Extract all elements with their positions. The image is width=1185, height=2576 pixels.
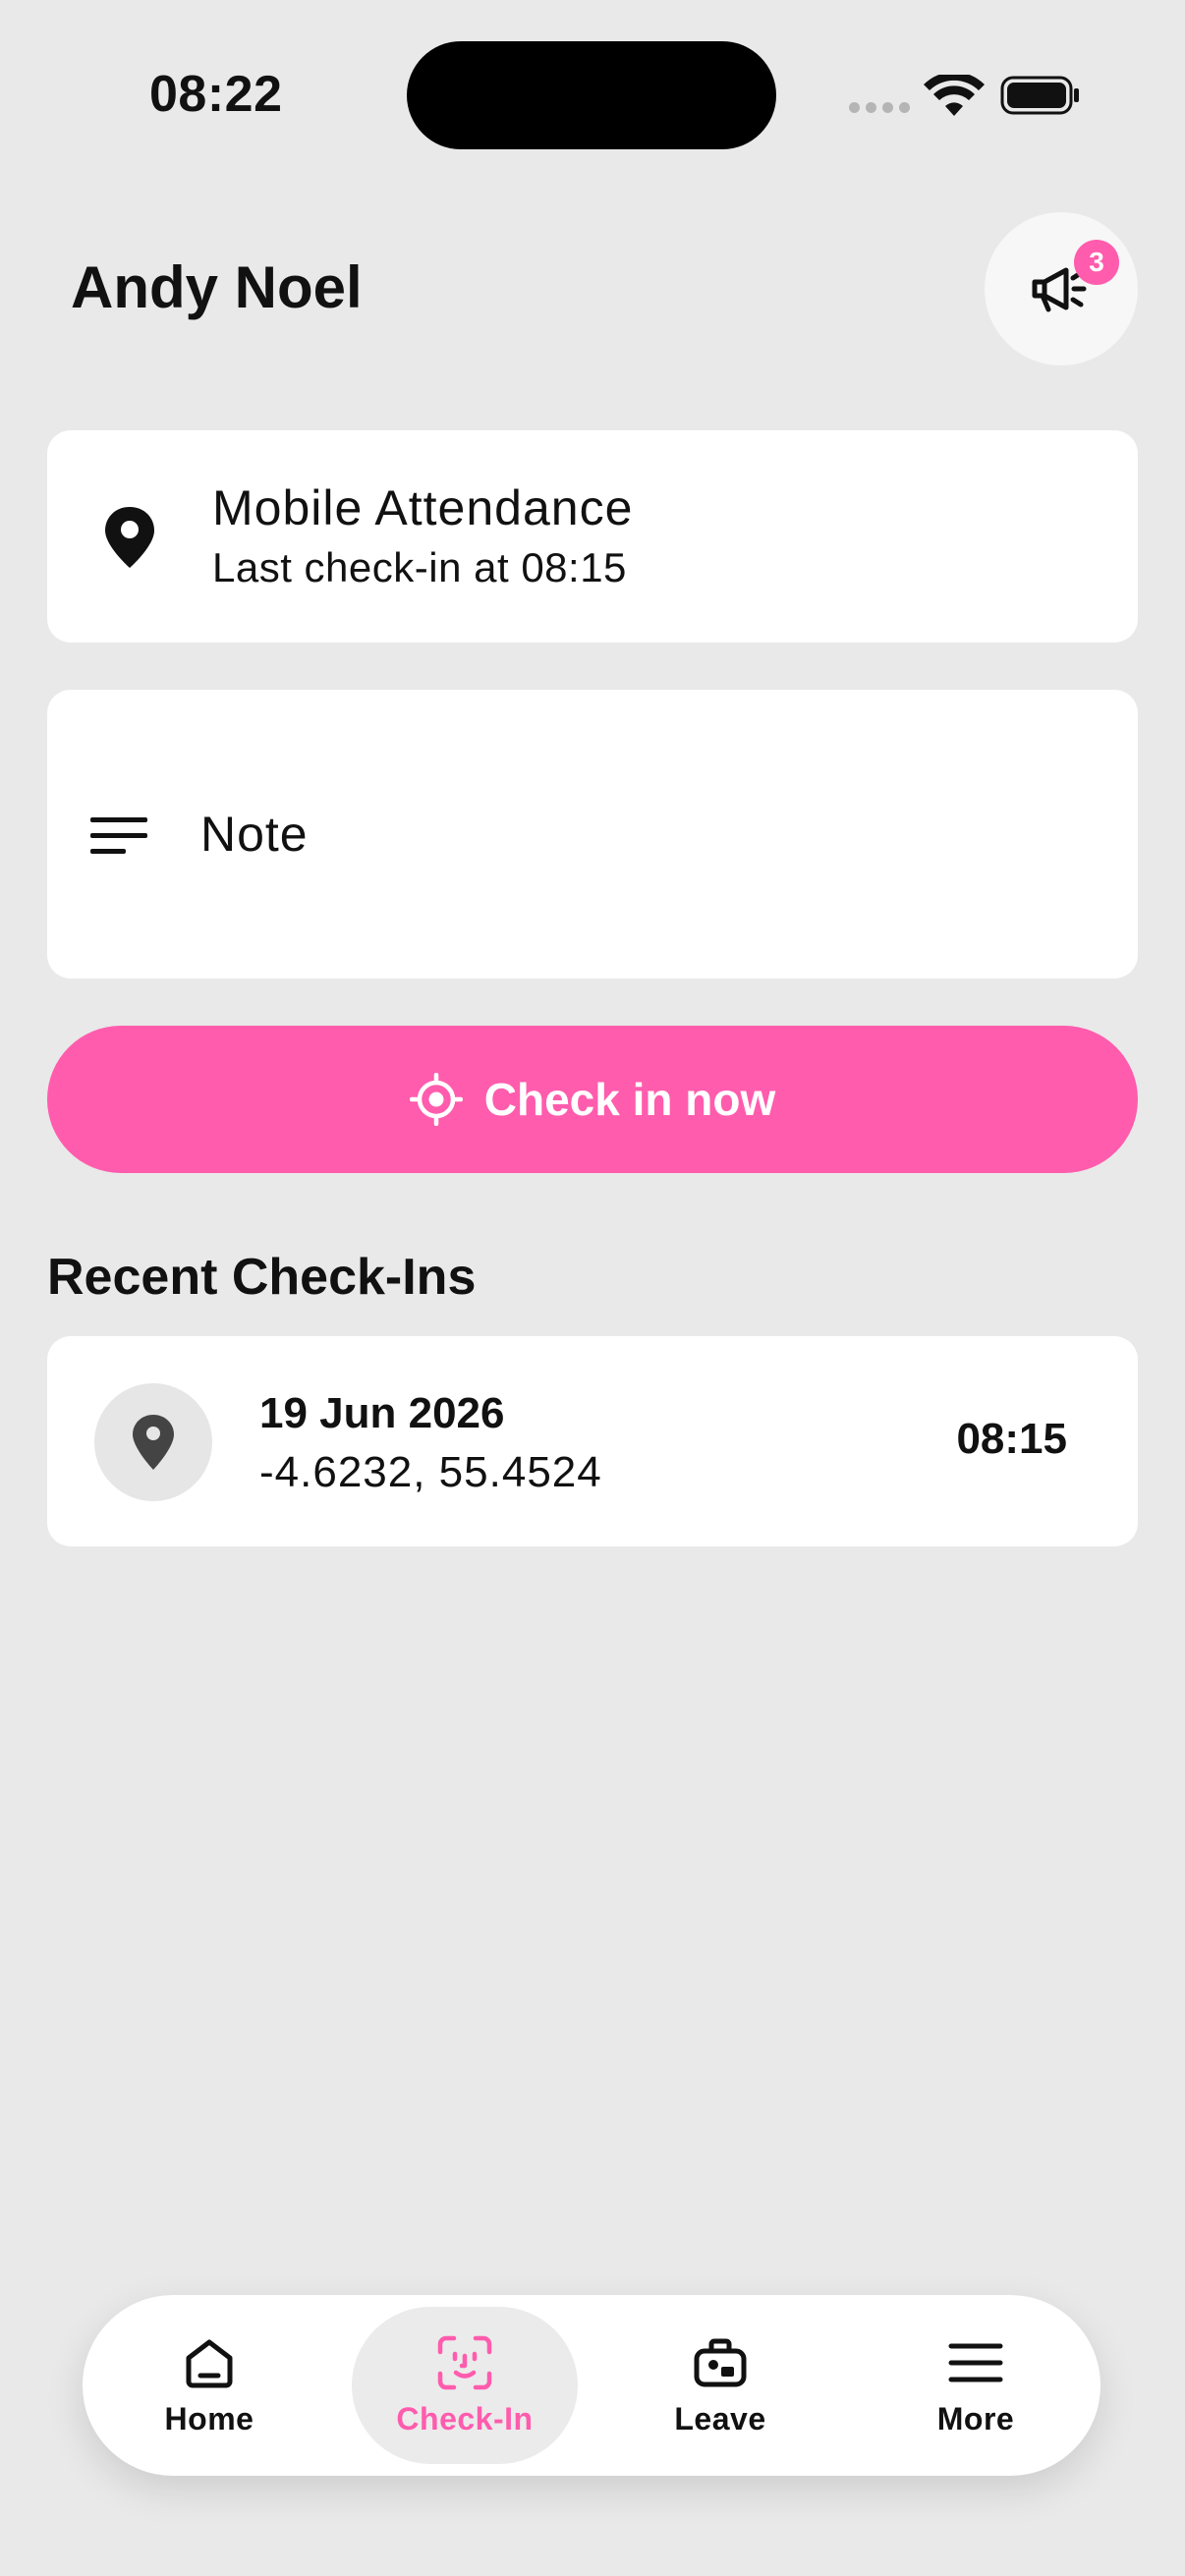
recent-check-in-item[interactable]: 19 Jun 2026 -4.6232, 55.4524 08:15 <box>47 1336 1138 1546</box>
home-icon <box>186 2339 233 2387</box>
nav-leave[interactable]: Leave <box>607 2307 833 2464</box>
location-pin-icon <box>133 1415 174 1470</box>
notification-badge: 3 <box>1074 240 1119 285</box>
recent-check-ins-heading: Recent Check-Ins <box>47 1249 477 1306</box>
recent-location-avatar <box>94 1383 212 1501</box>
note-field[interactable]: Note <box>47 690 1138 979</box>
bottom-navigation: Home Check-In Leave More <box>83 2295 1100 2476</box>
cellular-signal-icon <box>849 102 910 113</box>
dynamic-island <box>407 41 776 149</box>
nav-leave-label: Leave <box>674 2400 766 2436</box>
briefcase-icon <box>694 2338 747 2386</box>
nav-check-in-label: Check-In <box>396 2400 534 2436</box>
menu-icon <box>948 2343 1003 2381</box>
note-label: Note <box>200 807 309 862</box>
attendance-title: Mobile Attendance <box>212 480 634 535</box>
face-scan-icon <box>437 2335 492 2389</box>
status-time: 08:22 <box>149 66 283 123</box>
wifi-icon <box>924 75 985 116</box>
check-in-now-button[interactable]: Check in now <box>47 1026 1138 1173</box>
battery-icon <box>1000 76 1079 115</box>
last-check-in-text: Last check-in at 08:15 <box>212 544 627 590</box>
nav-more[interactable]: More <box>863 2307 1089 2464</box>
user-name: Andy Noel <box>71 254 363 320</box>
nav-home[interactable]: Home <box>96 2307 322 2464</box>
mobile-attendance-card: Mobile Attendance Last check-in at 08:15 <box>47 430 1138 643</box>
nav-check-in[interactable]: Check-In <box>352 2307 578 2464</box>
check-in-coordinates: -4.6232, 55.4524 <box>259 1448 602 1496</box>
status-bar: 08:22 <box>0 0 1185 187</box>
location-pin-icon <box>105 507 154 568</box>
location-target-icon <box>409 1073 463 1126</box>
check-in-date: 19 Jun 2026 <box>259 1389 505 1437</box>
nav-home-label: Home <box>164 2400 254 2436</box>
check-in-now-label: Check in now <box>483 1074 776 1125</box>
notes-lines-icon <box>90 817 147 854</box>
announcements-button[interactable] <box>985 212 1138 365</box>
check-in-time: 08:15 <box>956 1415 1067 1463</box>
nav-more-label: More <box>936 2400 1015 2436</box>
